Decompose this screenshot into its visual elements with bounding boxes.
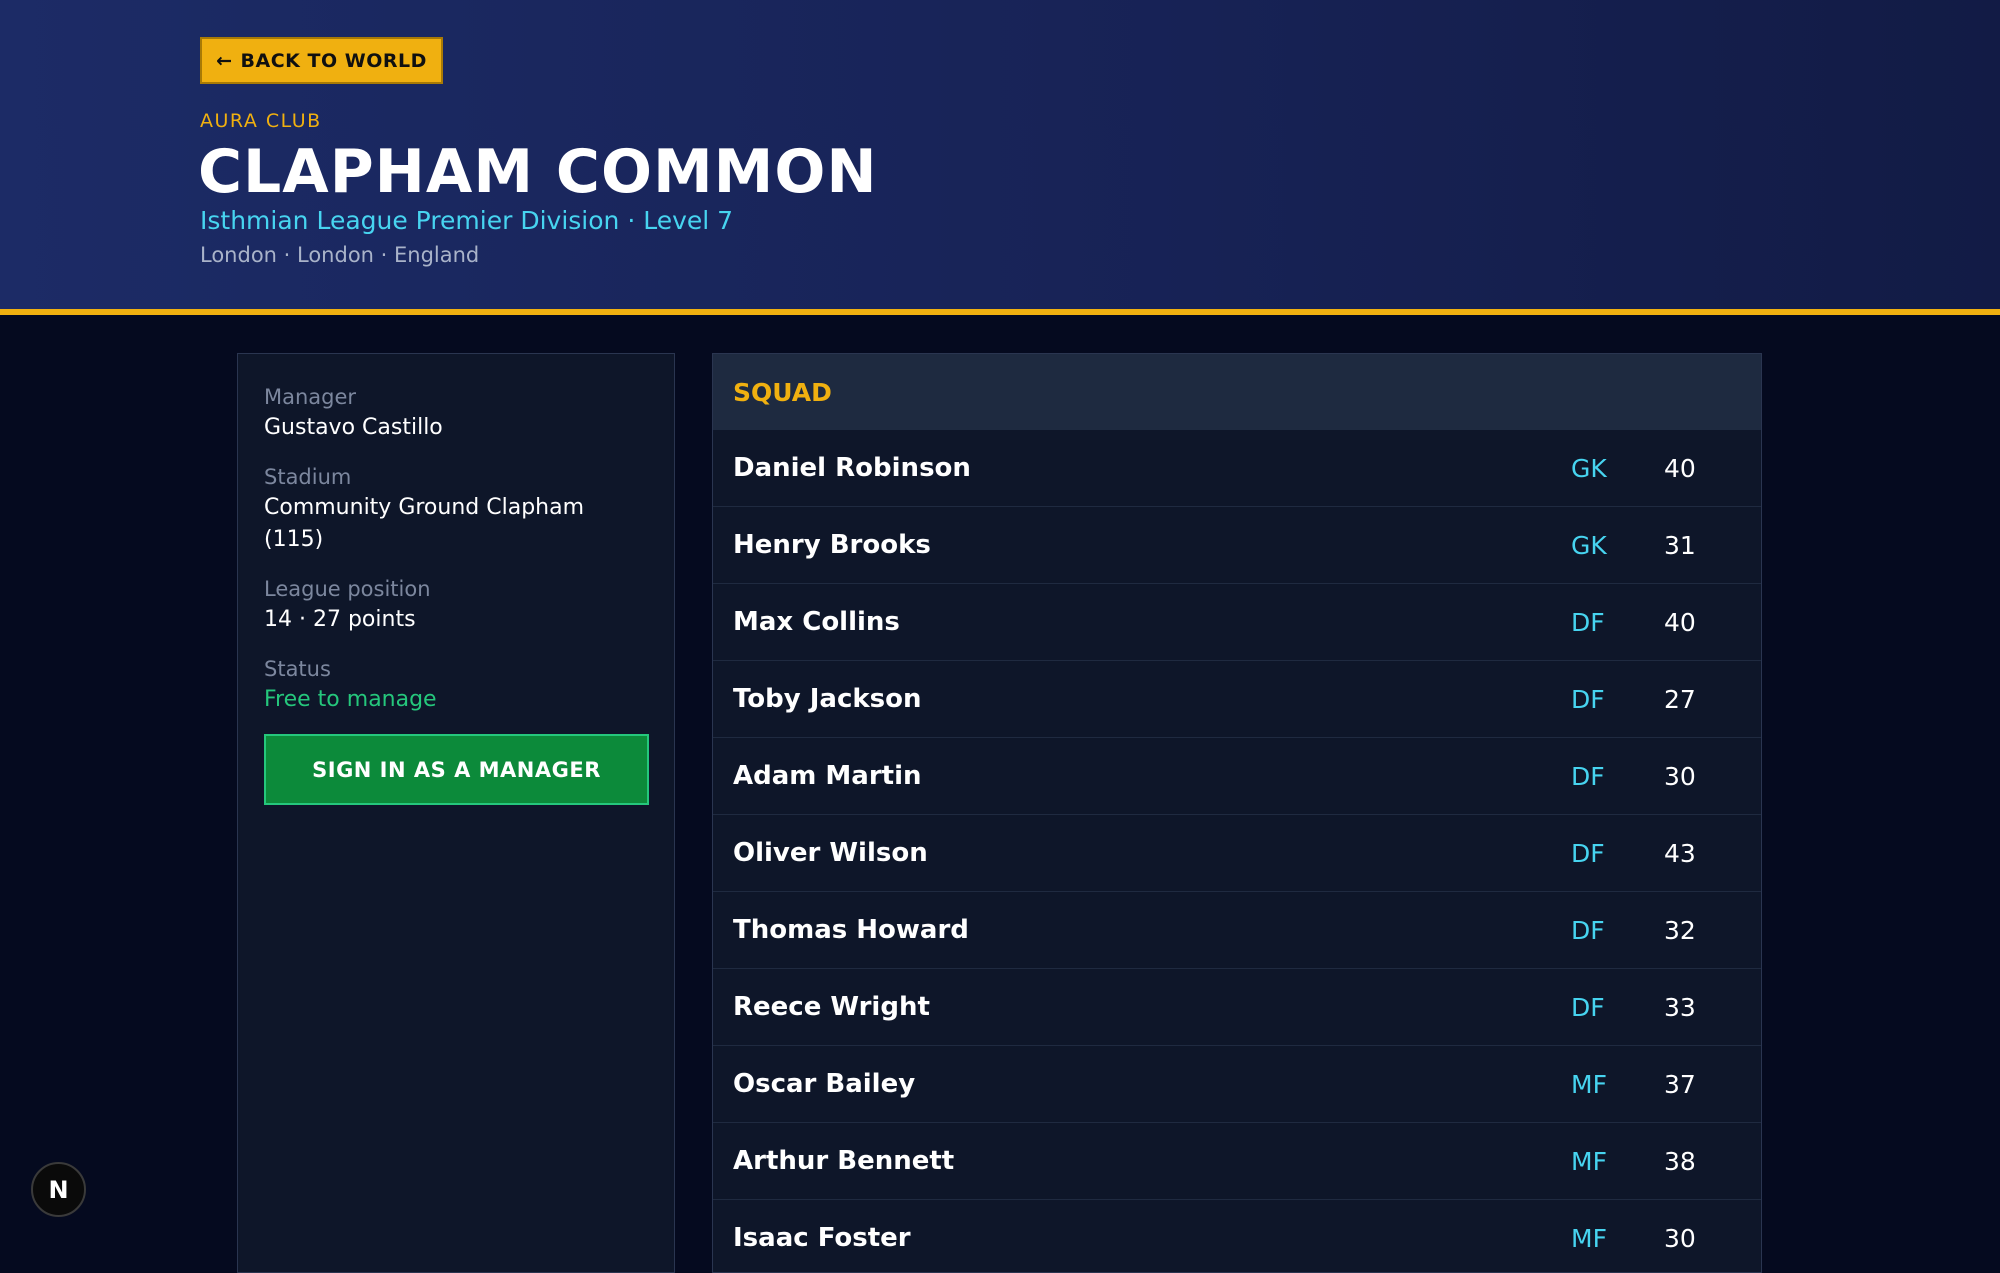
club-title: CLAPHAM COMMON xyxy=(198,137,878,207)
player-position: DF xyxy=(1571,684,1605,714)
player-rating: 27 xyxy=(1664,684,1696,714)
player-rating: 30 xyxy=(1664,761,1696,791)
player-rating: 33 xyxy=(1664,992,1696,1022)
player-position: DF xyxy=(1571,992,1605,1022)
squad-row[interactable]: Max Collins DF 40 xyxy=(713,584,1761,661)
player-name: Max Collins xyxy=(733,607,900,637)
player-name: Isaac Foster xyxy=(733,1223,911,1253)
player-rating: 40 xyxy=(1664,453,1696,483)
league-info: Isthmian League Premier Division · Level… xyxy=(200,206,734,235)
player-position: GK xyxy=(1571,530,1607,560)
player-name: Arthur Bennett xyxy=(733,1146,955,1176)
player-name: Thomas Howard xyxy=(733,915,969,945)
player-name: Oscar Bailey xyxy=(733,1069,916,1099)
squad-row[interactable]: Henry Brooks GK 31 xyxy=(713,507,1761,584)
league-position-value: 14 · 27 points xyxy=(264,607,416,632)
club-eyebrow: AURA CLUB xyxy=(200,110,322,132)
squad-row[interactable]: Isaac Foster MF 30 xyxy=(713,1200,1761,1272)
player-position: MF xyxy=(1571,1146,1607,1176)
club-info-panel: Manager Gustavo Castillo Stadium Communi… xyxy=(237,353,675,1273)
league-position-label: League position xyxy=(264,577,431,601)
manager-label: Manager xyxy=(264,385,357,409)
club-header: ← BACK TO WORLD AURA CLUB CLAPHAM COMMON… xyxy=(0,0,2000,315)
manager-value: Gustavo Castillo xyxy=(264,415,443,440)
player-name: Daniel Robinson xyxy=(733,453,971,483)
back-button-label: BACK TO WORLD xyxy=(240,49,427,72)
squad-row[interactable]: Oscar Bailey MF 37 xyxy=(713,1046,1761,1123)
status-label: Status xyxy=(264,657,331,681)
player-position: DF xyxy=(1571,838,1605,868)
n-logo-badge[interactable]: N xyxy=(31,1162,86,1217)
player-name: Toby Jackson xyxy=(733,684,922,714)
squad-panel: SQUAD Daniel Robinson GK 40 Henry Brooks GK 3… xyxy=(712,353,1762,1273)
stadium-value: Community Ground Clapham (115) xyxy=(264,495,585,552)
player-name: Adam Martin xyxy=(733,761,922,791)
player-name: Reece Wright xyxy=(733,992,930,1022)
squad-row[interactable]: Daniel Robinson GK 40 xyxy=(713,430,1761,507)
player-position: MF xyxy=(1571,1069,1607,1099)
sign-in-as-manager-button[interactable]: SIGN IN AS A MANAGER xyxy=(264,734,649,805)
back-to-world-button[interactable]: ← BACK TO WORLD xyxy=(200,37,443,84)
player-rating: 37 xyxy=(1664,1069,1696,1099)
squad-row[interactable]: Oliver Wilson DF 43 xyxy=(713,815,1761,892)
squad-row[interactable]: Thomas Howard DF 32 xyxy=(713,892,1761,969)
player-position: MF xyxy=(1571,1223,1607,1253)
player-rating: 31 xyxy=(1664,530,1696,560)
player-position: DF xyxy=(1571,915,1605,945)
status-value: Free to manage xyxy=(264,687,437,712)
player-rating: 38 xyxy=(1664,1146,1696,1176)
squad-row[interactable]: Toby Jackson DF 27 xyxy=(713,661,1761,738)
location-info: London · London · England xyxy=(200,243,480,267)
squad-row[interactable]: Reece Wright DF 33 xyxy=(713,969,1761,1046)
left-arrow-icon: ← xyxy=(216,49,233,72)
squad-row[interactable]: Arthur Bennett MF 38 xyxy=(713,1123,1761,1200)
player-position: DF xyxy=(1571,607,1605,637)
player-rating: 43 xyxy=(1664,838,1696,868)
stadium-label: Stadium xyxy=(264,465,352,489)
squad-row[interactable]: Adam Martin DF 30 xyxy=(713,738,1761,815)
player-name: Oliver Wilson xyxy=(733,838,928,868)
player-position: GK xyxy=(1571,453,1607,483)
player-rating: 30 xyxy=(1664,1223,1696,1253)
player-position: DF xyxy=(1571,761,1605,791)
player-rating: 32 xyxy=(1664,915,1696,945)
squad-title: SQUAD xyxy=(713,354,1761,430)
squad-list: Daniel Robinson GK 40 Henry Brooks GK 31 Max C… xyxy=(713,430,1761,1272)
player-rating: 40 xyxy=(1664,607,1696,637)
player-name: Henry Brooks xyxy=(733,530,931,560)
